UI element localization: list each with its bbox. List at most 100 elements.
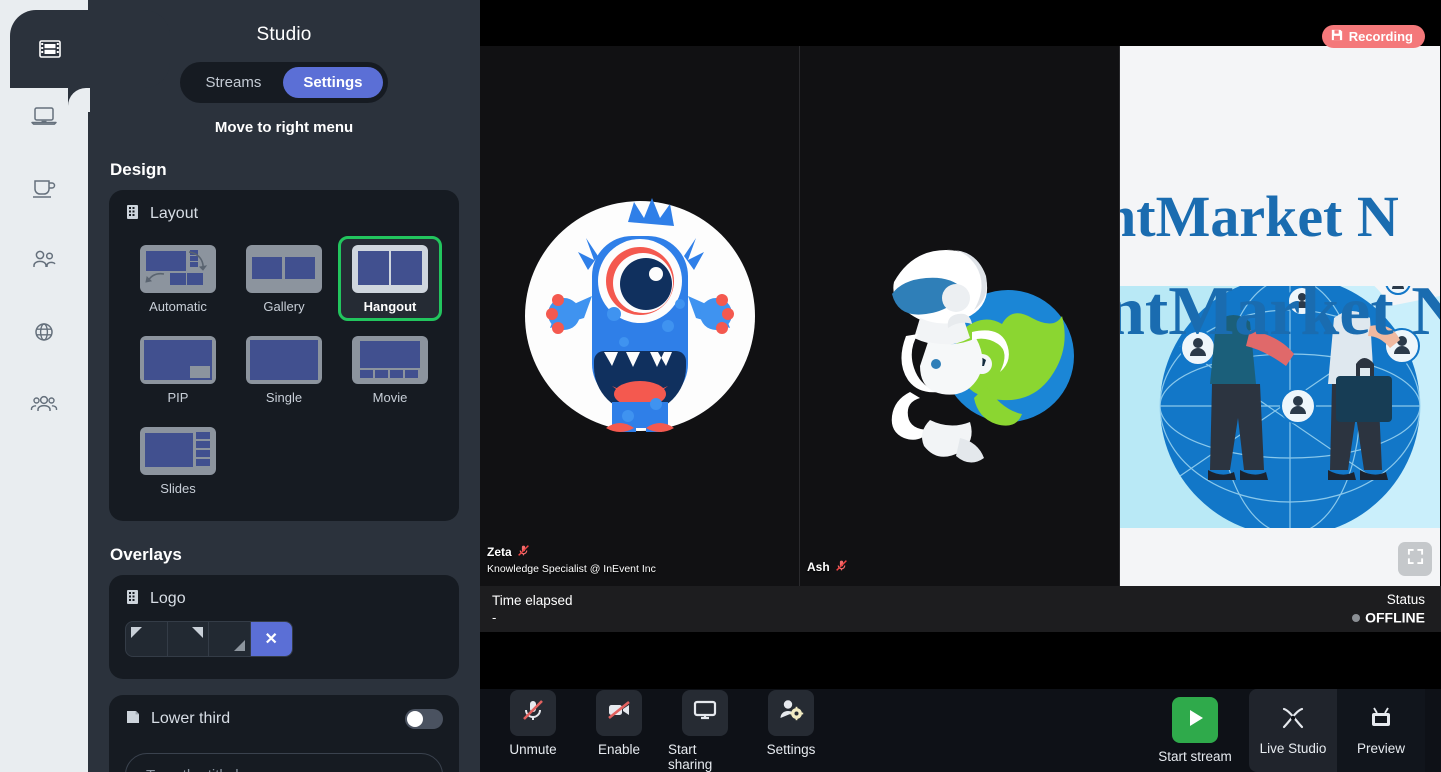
sidebar-item-globe[interactable] xyxy=(18,312,70,356)
rail-items xyxy=(0,88,88,428)
screenshare-tile[interactable]: ntMarket N ntMarket N xyxy=(1120,46,1440,586)
astronaut-earth-avatar xyxy=(891,249,1074,463)
tab-settings[interactable]: Settings xyxy=(283,67,383,98)
settings-button[interactable]: Settings xyxy=(754,689,828,772)
note-icon xyxy=(125,709,141,729)
sidebar-item-laptop[interactable] xyxy=(18,96,70,140)
layout-option-label: Single xyxy=(265,390,303,405)
layout-option-label: Slides xyxy=(160,481,196,496)
participant-tile-zeta[interactable]: Zeta Knowledge Specialist @ InEvent Inc xyxy=(480,46,800,586)
live-studio-button[interactable]: Live Studio xyxy=(1249,689,1337,772)
camera-off-icon xyxy=(606,697,632,728)
gallery-thumb xyxy=(246,245,322,293)
start-stream-button[interactable]: Start stream xyxy=(1147,697,1243,764)
layout-option-gallery[interactable]: Gallery xyxy=(232,236,336,321)
participant-name: Ash xyxy=(807,559,848,575)
lower-third-title-input[interactable] xyxy=(125,753,443,772)
sidebar-item-group[interactable] xyxy=(18,384,70,428)
pip-thumb xyxy=(140,336,216,384)
start-stream-label: Start stream xyxy=(1158,749,1232,764)
two-people-icon xyxy=(29,248,59,277)
slide-title-area: ntMarket N xyxy=(1120,46,1440,286)
layout-option-movie[interactable]: Movie xyxy=(338,327,442,412)
layout-card-title: Layout xyxy=(150,205,199,222)
status-bar: Time elapsed - Status OFFLINE xyxy=(480,586,1441,632)
enable-camera-button[interactable]: Enable xyxy=(582,689,656,772)
overlays-heading: Overlays xyxy=(110,545,182,564)
participant-name: Zeta xyxy=(487,544,530,560)
globe-icon xyxy=(29,320,59,349)
layout-option-label: Automatic xyxy=(149,299,207,314)
toolbar-label: Start sharing xyxy=(668,741,713,772)
status-badge: Recording xyxy=(1321,25,1425,48)
hangout-thumb xyxy=(352,245,428,293)
layout-option-slides[interactable]: Slides xyxy=(126,418,230,503)
layout-option-hangout[interactable]: Hangout xyxy=(338,236,442,321)
toolbar-label: Unmute xyxy=(509,741,557,757)
logo-card: Logo ✕ xyxy=(109,575,459,679)
layout-card: Layout Automatic Gallery Hangout PIP Sin… xyxy=(109,190,459,521)
layout-options: Automatic Gallery Hangout PIP Single Mov… xyxy=(125,236,443,503)
status-dot xyxy=(1352,613,1361,622)
settings-panel: Studio Streams Settings Move to right me… xyxy=(88,0,480,772)
building-icon xyxy=(125,589,140,609)
move-to-right-menu-link[interactable]: Move to right menu xyxy=(88,119,480,136)
studio-app: Studio Streams Settings Move to right me… xyxy=(0,0,1441,772)
recording-label: Recording xyxy=(1348,29,1413,44)
mic-muted-icon xyxy=(517,544,530,560)
status-label: Status xyxy=(1386,592,1425,608)
logo-position-top-right[interactable] xyxy=(168,622,209,656)
lower-third-card: Lower third xyxy=(109,695,459,772)
shuffle-icon xyxy=(1281,706,1305,735)
layout-option-pip[interactable]: PIP xyxy=(126,327,230,412)
layout-option-label: Movie xyxy=(372,390,408,405)
bottom-toolbar: Unmute Enable Start sharing Settings Sta… xyxy=(480,689,1441,772)
film-strip-icon xyxy=(38,38,62,60)
participant-tile-ash[interactable]: Ash xyxy=(800,46,1120,586)
studio-rail-tab[interactable] xyxy=(10,10,170,88)
live-studio-label: Live Studio xyxy=(1259,740,1327,756)
logo-position-selector: ✕ xyxy=(125,621,293,657)
start-sharing-button[interactable]: Start sharing xyxy=(668,689,742,772)
lower-third-toggle[interactable] xyxy=(405,709,443,729)
automatic-thumb xyxy=(140,245,216,293)
time-elapsed-value: - xyxy=(492,610,497,625)
left-rail xyxy=(0,0,170,772)
slides-thumb xyxy=(140,427,216,475)
design-heading: Design xyxy=(110,160,167,179)
laptop-icon xyxy=(29,104,59,133)
unmute-button[interactable]: Unmute xyxy=(496,689,570,772)
tab-streams[interactable]: Streams xyxy=(185,67,281,98)
layout-option-single[interactable]: Single xyxy=(232,327,336,412)
preview-label: Preview xyxy=(1356,740,1405,756)
sidebar-item-people[interactable] xyxy=(18,240,70,284)
layout-option-automatic[interactable]: Automatic xyxy=(126,236,230,321)
tv-icon xyxy=(1369,706,1393,735)
group-people-icon xyxy=(28,392,60,421)
logo-position-bottom-right[interactable] xyxy=(209,622,251,656)
fullscreen-button[interactable] xyxy=(1398,542,1432,576)
play-icon xyxy=(1183,706,1207,735)
preview-button[interactable]: Preview xyxy=(1337,689,1425,772)
building-icon xyxy=(125,204,140,224)
movie-thumb xyxy=(352,336,428,384)
blue-monster-avatar xyxy=(525,198,755,432)
coffee-cup-icon xyxy=(29,176,59,205)
close-icon: ✕ xyxy=(264,631,278,648)
layout-option-label: Hangout xyxy=(363,299,417,314)
mic-muted-icon xyxy=(520,697,546,728)
logo-position-none[interactable]: ✕ xyxy=(250,622,292,656)
fullscreen-icon xyxy=(1407,548,1424,570)
video-grid: Zeta Knowledge Specialist @ InEvent Inc xyxy=(480,46,1441,586)
status-value: OFFLINE xyxy=(1365,609,1425,626)
participant-role: Knowledge Specialist @ InEvent Inc xyxy=(487,563,656,575)
mic-muted-icon xyxy=(835,559,848,575)
layout-option-label: PIP xyxy=(167,390,189,405)
toolbar-label: Settings xyxy=(766,741,816,757)
monitor-icon xyxy=(692,697,718,728)
slide-title-text: ntMarket N xyxy=(1120,183,1399,249)
sidebar-item-coffee[interactable] xyxy=(18,168,70,212)
logo-position-top-left[interactable] xyxy=(126,622,168,656)
save-icon xyxy=(1331,29,1343,44)
time-elapsed-label: Time elapsed xyxy=(492,593,573,608)
